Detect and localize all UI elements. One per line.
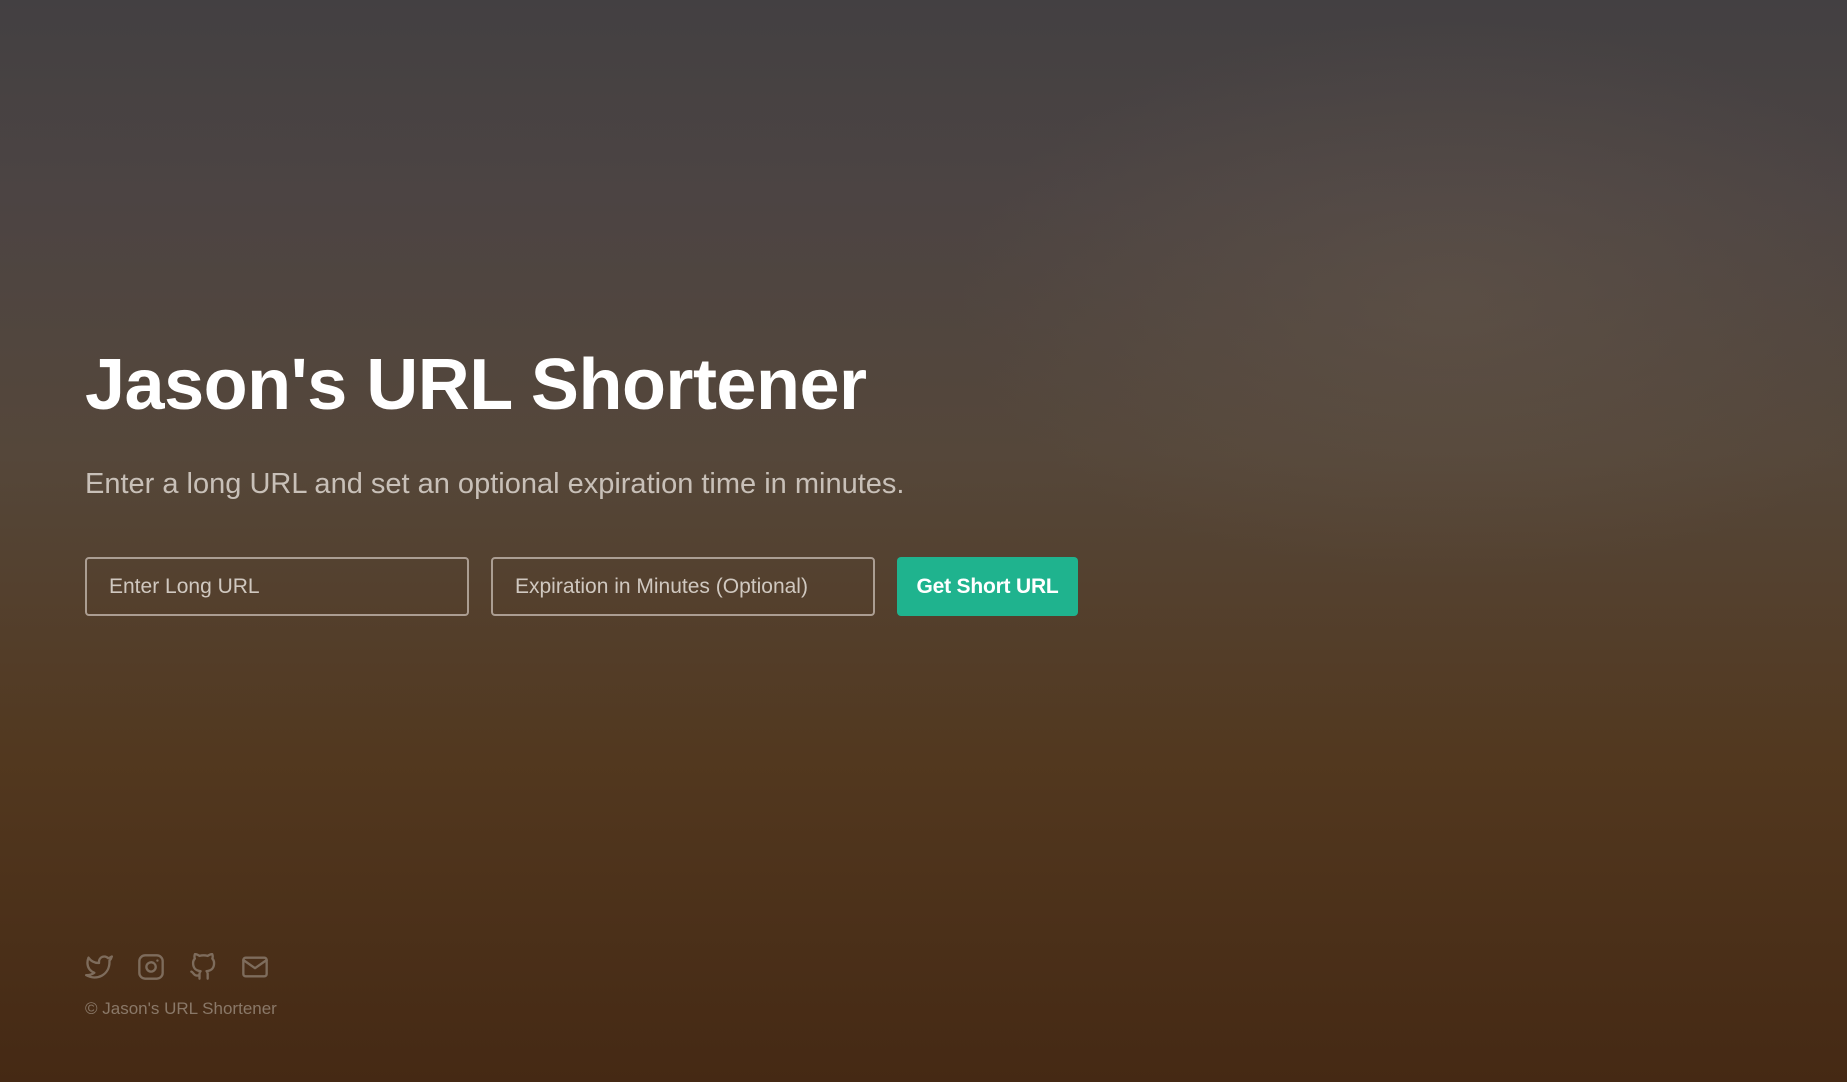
page-title: Jason's URL Shortener [85, 345, 867, 425]
long-url-input[interactable] [85, 557, 469, 616]
instagram-link[interactable] [137, 953, 165, 981]
shorten-form: Get Short URL [85, 557, 1078, 616]
instagram-icon [138, 954, 164, 980]
github-icon [190, 953, 216, 980]
mail-icon [242, 956, 268, 978]
hero-section: Jason's URL Shortener Enter a long URL a… [85, 340, 1078, 616]
footer: © Jason's URL Shortener [85, 953, 277, 1019]
social-links [85, 953, 277, 981]
twitter-link[interactable] [85, 953, 113, 981]
copyright-text: © Jason's URL Shortener [85, 999, 277, 1018]
expiration-minutes-input[interactable] [491, 557, 875, 616]
page-subtitle: Enter a long URL and set an optional exp… [85, 468, 905, 500]
twitter-icon [85, 955, 113, 979]
mail-link[interactable] [241, 953, 269, 981]
get-short-url-button[interactable]: Get Short URL [897, 557, 1078, 616]
github-link[interactable] [189, 953, 217, 981]
